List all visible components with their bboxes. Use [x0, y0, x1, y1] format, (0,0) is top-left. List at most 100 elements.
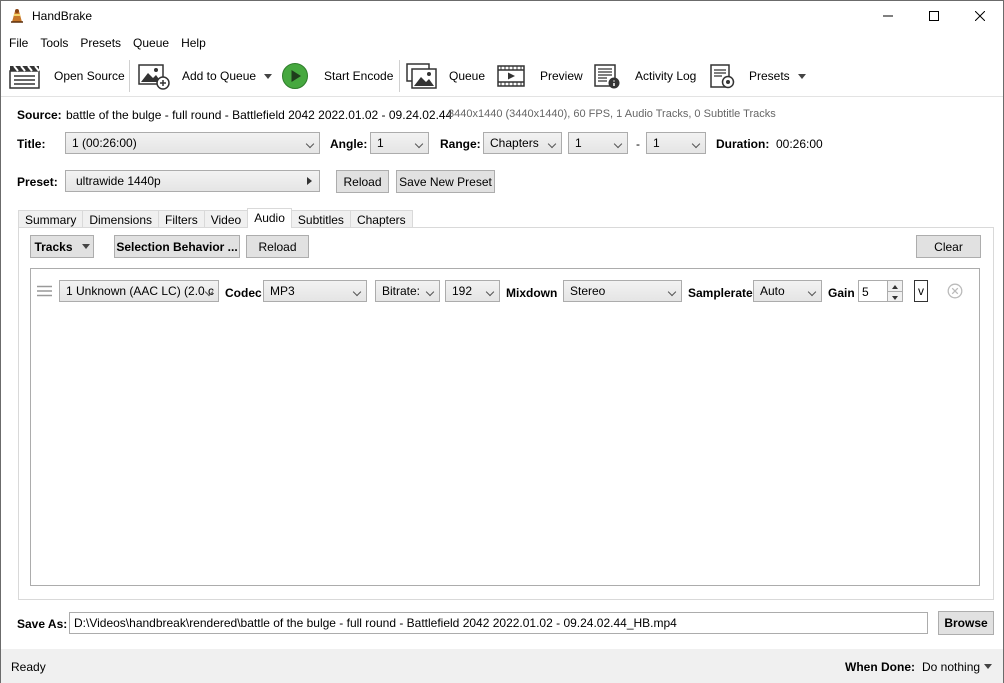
chevron-down-icon [691, 139, 701, 149]
gain-value: 5 [862, 285, 869, 299]
presets-icon [710, 64, 735, 89]
chevron-down-icon [667, 287, 677, 297]
mixdown-select[interactable]: Stereo [563, 280, 682, 302]
menu-help[interactable]: Help [175, 31, 212, 55]
menu-presets[interactable]: Presets [74, 31, 127, 55]
gain-stepper[interactable]: 5 [858, 280, 903, 302]
bitrate-mode-select[interactable]: Bitrate: [375, 280, 440, 302]
tab-video[interactable]: Video [203, 210, 249, 228]
chevron-down-icon [807, 287, 817, 297]
duration-value: 00:26:00 [776, 137, 823, 151]
source-name: battle of the bulge - full round - Battl… [66, 108, 453, 122]
tab-audio[interactable]: Audio [247, 208, 292, 228]
start-encode-label: Start Encode [324, 69, 394, 83]
toolbar-separator [129, 60, 130, 92]
duration-label: Duration: [716, 137, 770, 151]
start-encode-button[interactable]: Start Encode [281, 55, 393, 97]
preset-label: Preset: [17, 175, 58, 189]
save-as-section: Save As: D:\Videos\handbreak\rendered\ba… [1, 604, 1003, 649]
status-text: Ready [11, 660, 46, 674]
film-preview-icon [497, 65, 525, 87]
preset-select[interactable]: ultrawide 1440p [65, 170, 320, 192]
chevron-down-icon [984, 664, 993, 669]
tab-chapters[interactable]: Chapters [349, 210, 413, 228]
presets-dropdown-icon[interactable] [797, 73, 806, 79]
menu-queue[interactable]: Queue [127, 31, 175, 55]
tracks-label: Tracks [34, 239, 73, 254]
when-done-select[interactable]: Do nothing [922, 660, 993, 674]
presets-label: Presets [749, 69, 790, 83]
range-start-select[interactable]: 1 [568, 132, 628, 154]
add-image-icon [138, 64, 170, 90]
range-start-value: 1 [575, 136, 582, 150]
add-to-queue-dropdown-icon[interactable] [264, 73, 273, 79]
range-mode-value: Chapters [490, 136, 539, 150]
bitrate-value: 192 [452, 284, 473, 298]
samplerate-select[interactable]: Auto [753, 280, 822, 302]
range-end-value: 1 [653, 136, 660, 150]
tab-dimensions[interactable]: Dimensions [82, 210, 160, 228]
maximize-icon [929, 11, 939, 21]
add-to-queue-button[interactable]: Add to Queue [138, 55, 273, 97]
angle-select[interactable]: 1 [370, 132, 429, 154]
audio-reload-button[interactable]: Reload [246, 235, 309, 258]
play-icon [282, 63, 308, 89]
tab-strip: Summary Dimensions Filters Video Audio S… [18, 208, 413, 228]
source-label: Source: [17, 108, 62, 122]
remove-track-icon[interactable] [947, 283, 963, 299]
queue-button[interactable]: Queue [406, 55, 485, 97]
tab-summary[interactable]: Summary [18, 210, 84, 228]
clear-button[interactable]: Clear [916, 235, 981, 258]
activity-log-button[interactable]: Activity Log [593, 55, 696, 97]
range-end-select[interactable]: 1 [646, 132, 706, 154]
title-bar: HandBrake [1, 1, 1003, 31]
chevron-down-icon [425, 287, 435, 297]
presets-button[interactable]: Presets [708, 55, 806, 97]
gain-up-button[interactable] [887, 281, 902, 291]
save-new-preset-button[interactable]: Save New Preset [396, 170, 495, 193]
preview-button[interactable]: Preview [497, 55, 583, 97]
menu-tools[interactable]: Tools [34, 31, 74, 55]
preview-label: Preview [540, 69, 583, 83]
menu-file[interactable]: File [3, 31, 34, 55]
range-label: Range: [440, 137, 481, 151]
track-extra-field[interactable]: v [914, 280, 928, 302]
toolbar: Open Source Add to Queue Start Encode Qu… [1, 55, 1003, 97]
toolbar-separator [399, 60, 400, 92]
chevron-down-icon [613, 139, 623, 149]
drag-handle-icon[interactable] [37, 285, 52, 297]
maximize-button[interactable] [911, 1, 957, 31]
bitrate-mode-value: Bitrate: [382, 284, 421, 298]
tracks-button[interactable]: Tracks [30, 235, 94, 258]
range-dash: - [636, 137, 640, 151]
angle-label: Angle: [330, 137, 368, 151]
chevron-down-icon [547, 139, 557, 149]
mixdown-label: Mixdown [506, 286, 558, 300]
open-source-button[interactable]: Open Source [9, 55, 125, 97]
codec-select[interactable]: MP3 [263, 280, 367, 302]
chevron-down-icon [352, 287, 362, 297]
audio-source-select[interactable]: 1 Unknown (AAC LC) (2.0 c [59, 280, 219, 302]
bitrate-select[interactable]: 192 [445, 280, 500, 302]
status-bar: Ready When Done: Do nothing [1, 649, 1003, 683]
activity-log-icon [594, 64, 620, 89]
gain-down-button[interactable] [887, 291, 902, 301]
browse-button[interactable]: Browse [938, 611, 994, 635]
queue-label: Queue [449, 69, 486, 83]
audio-track-list [30, 268, 980, 586]
close-button[interactable] [957, 1, 1003, 31]
minimize-button[interactable] [865, 1, 911, 31]
open-source-label: Open Source [54, 69, 125, 83]
save-as-path-input[interactable]: D:\Videos\handbreak\rendered\battle of t… [69, 612, 928, 634]
save-as-label: Save As: [17, 617, 68, 631]
preset-reload-button[interactable]: Reload [336, 170, 389, 193]
close-icon [975, 11, 985, 21]
tab-filters[interactable]: Filters [158, 210, 205, 228]
menu-bar: File Tools Presets Queue Help [1, 31, 1003, 55]
tab-subtitles[interactable]: Subtitles [290, 210, 351, 228]
range-mode-select[interactable]: Chapters [483, 132, 562, 154]
selection-behavior-button[interactable]: Selection Behavior ... [114, 235, 240, 258]
samplerate-value: Auto [760, 284, 785, 298]
when-done-label: When Done: [845, 660, 915, 674]
title-select[interactable]: 1 (00:26:00) [65, 132, 320, 154]
